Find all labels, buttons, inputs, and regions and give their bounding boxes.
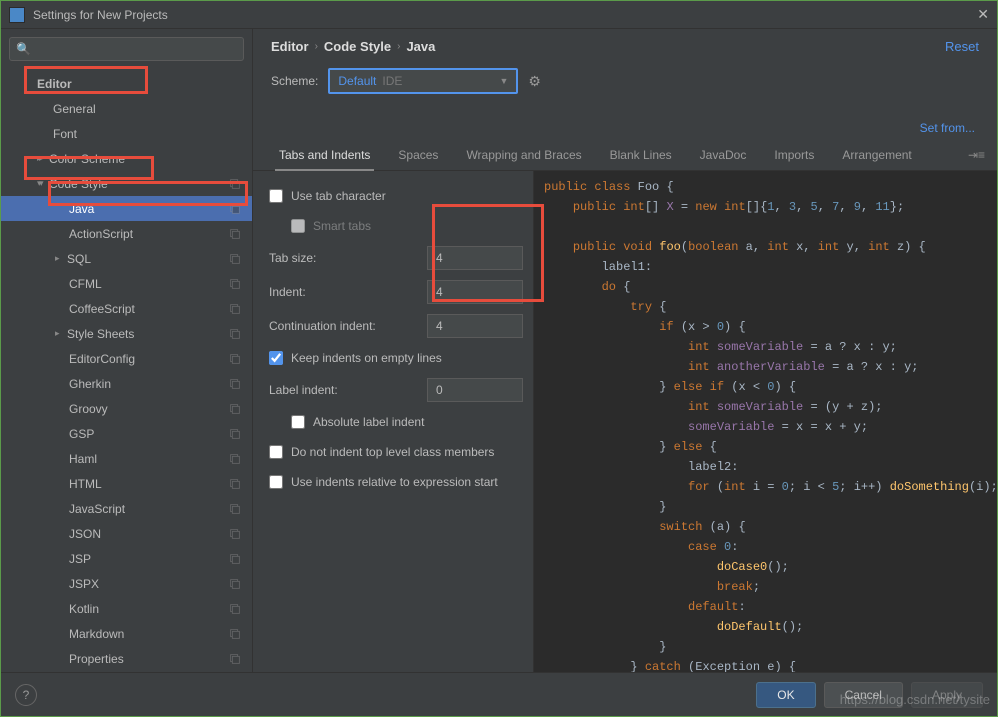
set-from-link[interactable]: Set from... (920, 121, 975, 135)
code-preview: public class Foo { public int[] X = new … (533, 171, 997, 672)
search-input[interactable]: 🔍 (9, 37, 244, 61)
sidebar-item-haml[interactable]: Haml (1, 446, 252, 471)
scheme-dropdown[interactable]: Default IDE ▼ (328, 68, 518, 94)
indent-input[interactable] (427, 280, 523, 304)
abs-label-checkbox[interactable] (291, 415, 305, 429)
tab-wrapping[interactable]: Wrapping and Braces (452, 139, 595, 170)
sidebar-item-sql[interactable]: SQL (1, 246, 252, 271)
tab-blank-lines[interactable]: Blank Lines (596, 139, 686, 170)
sidebar-item-html[interactable]: HTML (1, 471, 252, 496)
label-indent-input[interactable] (427, 378, 523, 402)
rel-expr-checkbox[interactable] (269, 475, 283, 489)
crumb-codestyle[interactable]: Code Style (324, 39, 391, 54)
indent-form: Use tab character Smart tabs Tab size: I… (253, 171, 533, 672)
reset-link[interactable]: Reset (945, 39, 979, 54)
crumb-java: Java (406, 39, 435, 54)
search-field[interactable] (35, 42, 237, 56)
apply-button[interactable]: Apply (911, 682, 983, 708)
bottom-bar: ? OK Cancel Apply (1, 672, 997, 716)
scheme-name: Default (338, 74, 376, 88)
abs-label-label: Absolute label indent (313, 415, 424, 429)
sidebar-editor[interactable]: Editor (1, 71, 252, 96)
sidebar-item-json[interactable]: JSON (1, 521, 252, 546)
use-tab-checkbox[interactable] (269, 189, 283, 203)
sidebar-item-gherkin[interactable]: Gherkin (1, 371, 252, 396)
search-icon: 🔍 (16, 42, 31, 56)
use-tab-label: Use tab character (291, 189, 386, 203)
tab-tabs-indents[interactable]: Tabs and Indents (265, 139, 384, 170)
sidebar-item-editorconfig[interactable]: EditorConfig (1, 346, 252, 371)
sidebar-item-actionscript[interactable]: ActionScript (1, 221, 252, 246)
main-panel: Editor › Code Style › Java Reset Scheme:… (253, 29, 997, 672)
smart-tabs-checkbox (291, 219, 305, 233)
crumb-editor[interactable]: Editor (271, 39, 309, 54)
sidebar-item-jspx[interactable]: JSPX (1, 571, 252, 596)
chevron-down-icon: ▼ (499, 76, 508, 86)
sidebar-item-gsp[interactable]: GSP (1, 421, 252, 446)
tab-javadoc[interactable]: JavaDoc (686, 139, 761, 170)
gear-icon[interactable]: ⚙ (528, 73, 541, 90)
titlebar: Settings for New Projects ✕ (1, 1, 997, 29)
chevron-right-icon: › (315, 41, 318, 52)
sidebar-item-markdown[interactable]: Markdown (1, 621, 252, 646)
tab-imports[interactable]: Imports (760, 139, 828, 170)
breadcrumb: Editor › Code Style › Java Reset (253, 29, 997, 63)
indent-label: Indent: (269, 285, 427, 299)
sidebar-item-cfml[interactable]: CFML (1, 271, 252, 296)
sidebar-item-jsp[interactable]: JSP (1, 546, 252, 571)
sidebar-item-general[interactable]: General (1, 96, 252, 121)
no-top-checkbox[interactable] (269, 445, 283, 459)
tab-spaces[interactable]: Spaces (384, 139, 452, 170)
rel-expr-label: Use indents relative to expression start (291, 475, 498, 489)
sidebar-item-properties[interactable]: Properties (1, 646, 252, 671)
ok-button[interactable]: OK (756, 682, 815, 708)
chevron-right-icon: › (397, 41, 400, 52)
window-title: Settings for New Projects (33, 8, 168, 22)
cont-indent-input[interactable] (427, 314, 523, 338)
sidebar: 🔍 Editor GeneralFontColor SchemeCode Sty… (1, 29, 253, 672)
cont-indent-label: Continuation indent: (269, 319, 427, 333)
no-top-label: Do not indent top level class members (291, 445, 494, 459)
tab-size-label: Tab size: (269, 251, 427, 265)
help-button[interactable]: ? (15, 684, 37, 706)
sidebar-item-font[interactable]: Font (1, 121, 252, 146)
editor-label: Editor (37, 77, 72, 91)
tabs: Tabs and Indents Spaces Wrapping and Bra… (253, 139, 997, 171)
sidebar-item-kotlin[interactable]: Kotlin (1, 596, 252, 621)
app-icon (9, 7, 25, 23)
settings-tree: Editor GeneralFontColor SchemeCode Style… (1, 69, 252, 672)
label-indent-label: Label indent: (269, 383, 427, 397)
tab-arrangement[interactable]: Arrangement (828, 139, 925, 170)
sidebar-item-groovy[interactable]: Groovy (1, 396, 252, 421)
sidebar-item-javascript[interactable]: JavaScript (1, 496, 252, 521)
sidebar-item-java[interactable]: Java (1, 196, 252, 221)
keep-empty-label: Keep indents on empty lines (291, 351, 442, 365)
scheme-sub: IDE (382, 74, 402, 88)
smart-tabs-label: Smart tabs (313, 219, 371, 233)
keep-empty-checkbox[interactable] (269, 351, 283, 365)
cancel-button[interactable]: Cancel (824, 682, 903, 708)
sidebar-item-code-style[interactable]: Code Style (1, 171, 252, 196)
sidebar-item-color-scheme[interactable]: Color Scheme (1, 146, 252, 171)
tab-size-input[interactable] (427, 246, 523, 270)
tabs-more-icon[interactable]: ⇥≡ (968, 148, 985, 162)
scheme-label: Scheme: (271, 74, 318, 88)
close-icon[interactable]: ✕ (977, 6, 989, 23)
sidebar-item-coffeescript[interactable]: CoffeeScript (1, 296, 252, 321)
sidebar-item-style-sheets[interactable]: Style Sheets (1, 321, 252, 346)
